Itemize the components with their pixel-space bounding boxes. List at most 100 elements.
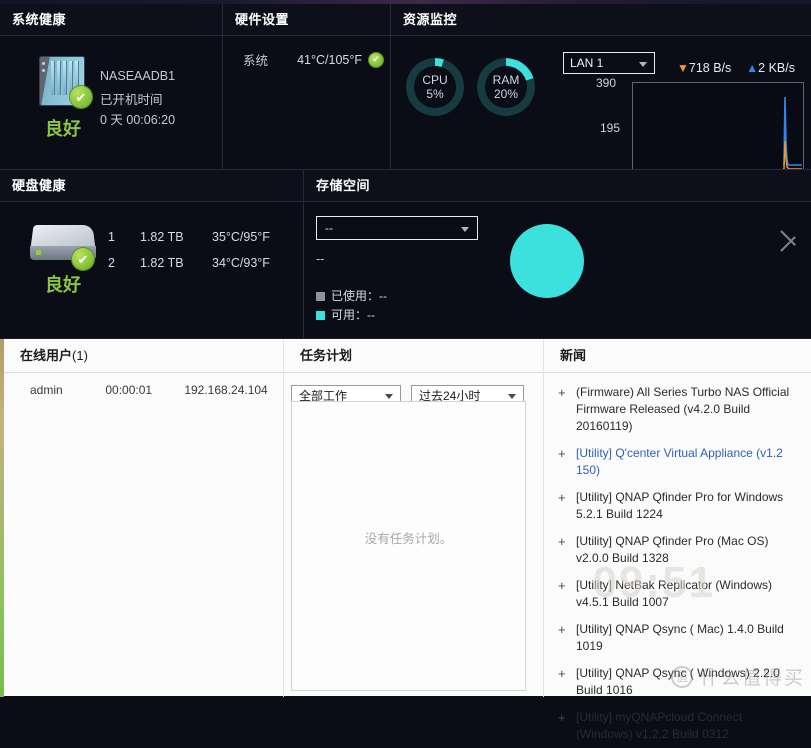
disk-health-status: 良好 bbox=[45, 275, 81, 295]
download-rate: 718 B/s bbox=[688, 61, 732, 75]
task-list-area: 没有任务计划。 bbox=[291, 401, 526, 691]
gauge-cpu-name: CPU bbox=[422, 73, 448, 87]
dashboard-dark-zone: 系统健康 良好 NASEAADB1 bbox=[0, 0, 811, 339]
uptime-label: 已开机时间 bbox=[100, 93, 163, 107]
legend-used-label: 已使用：-- bbox=[331, 289, 387, 303]
expand-plus-icon[interactable]: + bbox=[558, 445, 576, 479]
news-item-text[interactable]: [Utility] QNAP Qfinder Pro (Mac OS) v2.0… bbox=[576, 533, 801, 567]
volume-select[interactable]: -- bbox=[316, 216, 478, 240]
news-item-text[interactable]: [Utility] Q'center Virtual Appliance (v1… bbox=[576, 445, 801, 479]
expand-plus-icon[interactable]: + bbox=[558, 621, 576, 655]
chevron-down-icon bbox=[461, 227, 469, 232]
list-item[interactable]: + [Utility] QNAP Qsync ( Windows) 2.2.0 … bbox=[544, 660, 811, 704]
news-item-text[interactable]: [Utility] QNAP Qsync ( Windows) 2.2.0 Bu… bbox=[576, 665, 801, 699]
online-users-count: (1) bbox=[72, 348, 88, 363]
user-name: admin bbox=[30, 383, 63, 397]
expand-plus-icon[interactable]: + bbox=[558, 665, 576, 699]
news-item-text[interactable]: [Utility] myQNAPcloud Connect (Windows) … bbox=[576, 709, 801, 743]
panel-title-storage: 存储空间 bbox=[304, 170, 811, 202]
task-empty-message: 没有任务计划。 bbox=[364, 532, 453, 546]
news-item-text[interactable]: (Firmware) All Series Turbo NAS Official… bbox=[576, 384, 801, 435]
upload-arrow-icon: ▲ bbox=[746, 61, 759, 75]
expand-plus-icon[interactable]: + bbox=[558, 533, 576, 567]
chevron-down-icon bbox=[385, 394, 393, 399]
list-item[interactable]: + [Utility] QNAP Qfinder Pro (Mac OS) v2… bbox=[544, 528, 811, 572]
list-item[interactable]: + [Utility] QNAP Qfinder Pro for Windows… bbox=[544, 484, 811, 528]
news-list: + (Firmware) All Series Turbo NAS Offici… bbox=[544, 373, 811, 748]
legend-item-free: 可用：-- bbox=[316, 306, 387, 325]
table-row: 2 1.82 TB 34°C/93°F bbox=[108, 250, 326, 276]
nas-device-icon bbox=[35, 54, 92, 112]
disk-temperature: 35°C/95°F bbox=[212, 230, 270, 244]
legend-swatch-icon bbox=[316, 311, 325, 320]
news-item-text[interactable]: [Utility] QNAP Qfinder Pro for Windows 5… bbox=[576, 489, 801, 523]
legend-item-used: 已使用：-- bbox=[316, 287, 387, 306]
storage-legend: 已使用：-- 可用：-- bbox=[316, 287, 387, 325]
download-arrow-icon: ▼ bbox=[677, 61, 689, 75]
disk-status-block: 良好 bbox=[22, 224, 104, 297]
panel-news: 新闻 + (Firmware) All Series Turbo NAS Off… bbox=[543, 339, 811, 741]
storage-subvalue: -- bbox=[316, 252, 325, 266]
nas-status-block: 良好 bbox=[22, 54, 104, 141]
expand-plus-icon[interactable]: + bbox=[558, 489, 576, 523]
system-health-status: 良好 bbox=[45, 119, 81, 139]
chevron-down-icon bbox=[639, 62, 647, 67]
hardware-row-system: 系统 41°C/105°F bbox=[243, 50, 383, 69]
lan-select-value: LAN 1 bbox=[570, 56, 604, 70]
expand-plus-icon[interactable]: + bbox=[558, 709, 576, 743]
disk-capacity: 1.82 TB bbox=[140, 256, 184, 270]
panel-system-health: 系统健康 良好 NASEAADB1 bbox=[0, 4, 223, 170]
list-item[interactable]: + [Utility] myQNAPcloud Connect (Windows… bbox=[544, 704, 811, 748]
network-chart-svg bbox=[783, 96, 802, 170]
expand-plus-icon[interactable]: + bbox=[558, 577, 576, 611]
gauge-ram-value: 20% bbox=[493, 87, 519, 101]
check-icon bbox=[72, 248, 94, 270]
chart-axis-mid: 195 bbox=[600, 121, 621, 135]
list-item[interactable]: + [Utility] Q'center Virtual Appliance (… bbox=[544, 440, 811, 484]
panel-storage-space: 存储空间 -- -- 已使用：-- 可用：-- bbox=[303, 169, 811, 339]
nas-device-name: NASEAADB1 bbox=[100, 69, 176, 83]
expand-plus-icon[interactable]: + bbox=[558, 384, 576, 435]
panel-title-system-health: 系统健康 bbox=[0, 4, 222, 36]
dashboard-light-zone: 在线用户(1) admin 00:00:01 192.168.24.104 任务… bbox=[0, 338, 811, 741]
news-item-text[interactable]: [Utility] QNAP Qsync ( Mac) 1.4.0 Build … bbox=[576, 621, 801, 655]
lan-select[interactable]: LAN 1 bbox=[563, 52, 655, 74]
network-rates: ▼718 B/s ▲2 KB/s bbox=[677, 61, 795, 75]
upload-rate: 2 KB/s bbox=[758, 61, 795, 75]
disk-index: 2 bbox=[108, 256, 115, 270]
gauge-cpu[interactable]: CPU 5% bbox=[406, 58, 464, 116]
panel-title-task-scheduler: 任务计划 bbox=[284, 339, 543, 373]
legend-free-label: 可用：-- bbox=[331, 308, 375, 322]
disk-temperature: 34°C/93°F bbox=[212, 256, 270, 270]
gauge-ram-name: RAM bbox=[492, 73, 520, 87]
panel-title-disk-health: 硬盘健康 bbox=[0, 170, 303, 202]
panel-online-users: 在线用户(1) admin 00:00:01 192.168.24.104 bbox=[4, 339, 283, 697]
gauge-ram[interactable]: RAM 20% bbox=[477, 58, 535, 116]
hard-disk-icon bbox=[30, 224, 96, 270]
uptime-value: 0 天 00:06:20 bbox=[100, 113, 176, 127]
next-page-chevron-icon[interactable] bbox=[777, 218, 803, 262]
news-item-text[interactable]: [Utility] NetBak Replicator (Windows) v4… bbox=[576, 577, 801, 611]
chart-axis-top: 390 bbox=[596, 76, 617, 90]
online-users-label: 在线用户 bbox=[20, 348, 73, 363]
hardware-label: 系统 bbox=[243, 54, 269, 68]
network-traffic-chart: 390 195 bbox=[596, 76, 804, 172]
panel-title-online-users: 在线用户(1) bbox=[4, 339, 283, 373]
legend-swatch-icon bbox=[316, 292, 325, 301]
disk-table: 1 1.82 TB 35°C/95°F 2 1.82 TB 34°C/93°F bbox=[108, 224, 326, 276]
disk-index: 1 bbox=[108, 230, 115, 244]
user-session-time: 00:00:01 bbox=[105, 383, 153, 397]
nas-meta: NASEAADB1 已开机时间 0 天 00:06:20 bbox=[100, 66, 175, 130]
panel-hardware-settings: 硬件设置 系统 41°C/105°F bbox=[222, 4, 391, 170]
table-row: admin 00:00:01 192.168.24.104 bbox=[4, 373, 283, 397]
list-item[interactable]: + (Firmware) All Series Turbo NAS Offici… bbox=[544, 379, 811, 440]
check-icon bbox=[369, 52, 383, 67]
chevron-down-icon bbox=[508, 394, 516, 399]
list-item[interactable]: + [Utility] NetBak Replicator (Windows) … bbox=[544, 572, 811, 616]
volume-select-value: -- bbox=[325, 221, 333, 235]
network-chart-plot bbox=[632, 82, 804, 172]
list-item[interactable]: + [Utility] QNAP Qsync ( Mac) 1.4.0 Buil… bbox=[544, 616, 811, 660]
panel-task-scheduler: 任务计划 全部工作 过去24小时 没有任务计划。 bbox=[283, 339, 543, 697]
user-ip-address: 192.168.24.104 bbox=[184, 383, 268, 397]
table-row: 1 1.82 TB 35°C/95°F bbox=[108, 224, 326, 250]
